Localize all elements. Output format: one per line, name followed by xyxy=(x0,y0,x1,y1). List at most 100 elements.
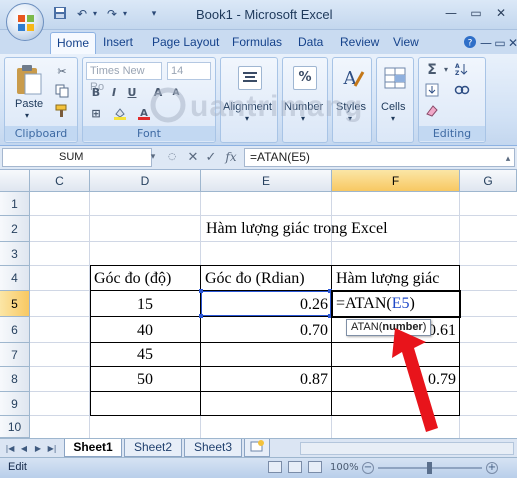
enter-entry-icon[interactable]: ✓ xyxy=(203,149,219,166)
zoom-level[interactable]: 100% xyxy=(330,462,359,473)
zoom-in-icon[interactable]: + xyxy=(486,462,498,474)
insert-function-icon[interactable]: fx xyxy=(223,149,239,166)
sheet-tab-3[interactable]: Sheet3 xyxy=(184,439,242,457)
redo-dropdown-icon[interactable]: ▾ xyxy=(117,6,133,22)
row-header-2[interactable]: 2 xyxy=(0,216,30,242)
cell-e4-header[interactable]: Góc đo (Rdian) xyxy=(205,270,305,288)
format-painter-icon[interactable] xyxy=(53,104,71,120)
row-header-1[interactable]: 1 xyxy=(0,192,30,216)
row-header-10[interactable]: 10 xyxy=(0,416,30,438)
borders-icon[interactable]: ⊞ xyxy=(87,106,105,122)
tab-view[interactable]: View xyxy=(393,35,419,49)
column-header-e[interactable]: E xyxy=(201,170,332,192)
select-all-corner[interactable] xyxy=(0,170,30,192)
cell-f4-header[interactable]: Hàm lượng giác xyxy=(336,270,439,288)
cells-button[interactable]: Cells xyxy=(381,101,405,113)
cell-d7[interactable]: 45 xyxy=(90,346,200,364)
cells-icon[interactable] xyxy=(383,66,407,90)
column-header-g[interactable]: G xyxy=(460,170,517,192)
cell-d5[interactable]: 15 xyxy=(90,296,200,314)
column-header-d[interactable]: D xyxy=(90,170,201,192)
sheet-tab-1[interactable]: Sheet1 xyxy=(64,439,122,457)
row-header-4[interactable]: 4 xyxy=(0,266,30,291)
tab-page-layout[interactable]: Page Layout xyxy=(152,35,219,49)
italic-icon[interactable]: I xyxy=(105,85,123,101)
bold-icon[interactable]: B xyxy=(87,85,105,101)
cut-icon[interactable]: ✂ xyxy=(53,64,71,80)
alignment-button[interactable]: Alignment xyxy=(223,101,272,113)
fill-color-icon[interactable] xyxy=(111,106,129,122)
paste-button[interactable]: Paste xyxy=(15,98,43,110)
styles-dropdown-icon[interactable]: ▾ xyxy=(348,114,352,123)
formula-bar-expand-icon[interactable]: ◌ xyxy=(164,149,180,166)
cell-e6[interactable]: 0.70 xyxy=(201,322,328,340)
clear-icon[interactable] xyxy=(423,104,441,120)
fill-icon[interactable] xyxy=(423,83,441,99)
row-header-7[interactable]: 7 xyxy=(0,343,30,367)
column-header-c[interactable]: C xyxy=(30,170,90,192)
cells-dropdown-icon[interactable]: ▾ xyxy=(391,114,395,123)
cell-e2-title[interactable]: Hàm lượng giác trong Excel xyxy=(206,220,388,238)
cancel-entry-icon[interactable]: ✕ xyxy=(185,149,201,166)
number-dropdown-icon[interactable]: ▾ xyxy=(301,114,305,123)
styles-button[interactable]: Styles xyxy=(336,101,366,113)
cell-d6[interactable]: 40 xyxy=(90,322,200,340)
percent-icon[interactable]: % xyxy=(293,66,317,90)
paste-icon[interactable] xyxy=(15,64,43,96)
zoom-slider-handle[interactable] xyxy=(427,462,432,474)
page-break-view-icon[interactable] xyxy=(308,461,322,473)
row-header-6[interactable]: 6 xyxy=(0,317,30,343)
office-button[interactable] xyxy=(6,3,44,41)
reference-handle[interactable] xyxy=(199,289,203,293)
font-color-icon[interactable]: A xyxy=(135,106,153,122)
tab-data[interactable]: Data xyxy=(298,35,323,49)
underline-icon[interactable]: U xyxy=(123,85,141,101)
find-select-icon[interactable] xyxy=(453,83,471,99)
font-size-box[interactable]: 14 xyxy=(167,62,211,80)
ribbon-close-icon[interactable]: ✕ xyxy=(505,35,517,51)
copy-icon[interactable] xyxy=(53,84,71,100)
paste-dropdown-icon[interactable]: ▾ xyxy=(25,111,29,120)
minimize-icon[interactable]: — xyxy=(440,4,462,22)
prev-sheet-icon[interactable]: ◀ xyxy=(18,442,30,455)
grow-font-icon[interactable]: A xyxy=(149,85,167,101)
cell-f5-formula[interactable]: =ATAN(E5) xyxy=(336,295,415,313)
font-name-box[interactable]: Times New Ro xyxy=(86,62,162,93)
zoom-out-icon[interactable]: − xyxy=(362,462,374,474)
row-header-8[interactable]: 8 xyxy=(0,367,30,392)
undo-dropdown-icon[interactable]: ▾ xyxy=(87,6,103,22)
cell-e8[interactable]: 0.87 xyxy=(201,371,328,389)
tab-insert[interactable]: Insert xyxy=(103,35,133,49)
restore-icon[interactable]: ▭ xyxy=(465,4,487,22)
styles-icon[interactable]: A xyxy=(339,66,365,90)
row-header-9[interactable]: 9 xyxy=(0,392,30,416)
name-box[interactable]: SUM xyxy=(2,148,152,167)
save-icon[interactable] xyxy=(52,6,68,22)
customize-toolbar-icon[interactable]: ▾ xyxy=(146,6,162,22)
next-sheet-icon[interactable]: ▶ xyxy=(32,442,44,455)
cell-e5[interactable]: 0.26 xyxy=(201,296,328,314)
help-icon[interactable]: ? xyxy=(462,35,478,51)
number-button[interactable]: Number xyxy=(284,101,323,113)
sheet-tab-2[interactable]: Sheet2 xyxy=(124,439,182,457)
alignment-dropdown-icon[interactable]: ▾ xyxy=(245,114,249,123)
first-sheet-icon[interactable]: |◀ xyxy=(4,442,16,455)
name-box-dropdown-icon[interactable]: ▾ xyxy=(145,149,161,166)
sort-filter-icon[interactable]: AZ xyxy=(453,62,471,78)
tab-home[interactable]: Home xyxy=(50,32,97,54)
horizontal-scrollbar[interactable] xyxy=(300,442,514,455)
column-header-f[interactable]: F xyxy=(332,170,460,192)
close-icon[interactable]: ✕ xyxy=(490,4,512,22)
formula-input[interactable]: =ATAN(E5) xyxy=(244,148,515,167)
shrink-font-icon[interactable]: A xyxy=(167,85,185,101)
cell-d4-header[interactable]: Góc đo (độ) xyxy=(94,270,171,288)
tab-formulas[interactable]: Formulas xyxy=(232,35,282,49)
reference-handle[interactable] xyxy=(199,314,203,318)
formula-expand-icon[interactable]: ▴ xyxy=(500,151,516,168)
page-layout-view-icon[interactable] xyxy=(288,461,302,473)
normal-view-icon[interactable] xyxy=(268,461,282,473)
row-header-5[interactable]: 5 xyxy=(0,291,30,317)
alignment-icon[interactable] xyxy=(238,66,262,90)
last-sheet-icon[interactable]: ▶| xyxy=(46,442,58,455)
tab-review[interactable]: Review xyxy=(340,35,379,49)
